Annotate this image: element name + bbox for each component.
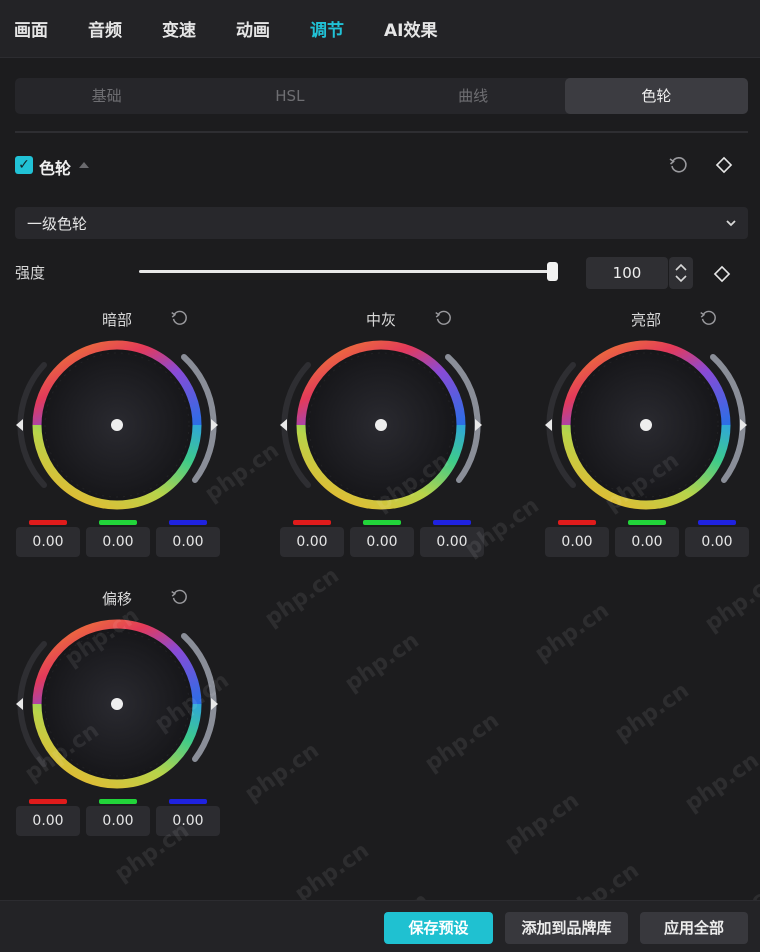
subtab-color-wheel[interactable]: 色轮 [564, 78, 748, 114]
channel-bar-g [99, 799, 137, 804]
color-wheel-highlights[interactable] [546, 325, 746, 529]
section-header: ✓ 色轮 [15, 153, 748, 179]
channel-bar-b [169, 520, 207, 525]
channel-bar-r [293, 520, 331, 525]
color-wheel-midtones[interactable] [281, 325, 481, 529]
channel-value-r[interactable]: 0.00 [545, 527, 609, 557]
wheel-left-arrow-icon[interactable] [16, 419, 23, 431]
channel-value-b[interactable]: 0.00 [685, 527, 749, 557]
watermark: php.cn [530, 598, 614, 667]
intensity-slider-thumb[interactable] [547, 262, 558, 281]
wheel-type-value: 一级色轮 [27, 215, 88, 233]
wheel-right-arrow-icon[interactable] [211, 419, 218, 431]
tab-speed[interactable]: 变速 [162, 16, 196, 41]
subtab-curves[interactable]: 曲线 [382, 78, 565, 114]
chevron-down-icon [724, 215, 738, 234]
watermark: php.cn [610, 678, 694, 747]
watermark: php.cn [340, 628, 424, 697]
subtab-basic[interactable]: 基础 [15, 78, 198, 114]
wheel-right-arrow-icon[interactable] [211, 698, 218, 710]
keyframe-diamond-icon[interactable] [713, 154, 735, 180]
save-preset-button[interactable]: 保存预设 [384, 912, 493, 944]
watermark: php.cn [420, 708, 504, 777]
channel-value-g[interactable]: 0.00 [86, 806, 150, 836]
channel-value-r[interactable]: 0.00 [16, 527, 80, 557]
watermark: php.cn [240, 738, 324, 807]
channel-bar-b [169, 799, 207, 804]
channel-value-b[interactable]: 0.00 [420, 527, 484, 557]
intensity-slider-track[interactable] [139, 270, 553, 273]
watermark: php.cn [290, 838, 374, 907]
tab-picture[interactable]: 画面 [14, 16, 48, 41]
intensity-label: 强度 [15, 264, 46, 282]
color-wheel-shadows[interactable] [17, 325, 217, 529]
wheel-left-arrow-icon[interactable] [545, 419, 552, 431]
tab-ai-effects[interactable]: AI效果 [384, 16, 437, 41]
channel-bar-g [99, 520, 137, 525]
divider [15, 131, 748, 133]
top-bar: 画面 音频 变速 动画 调节 AI效果 [0, 0, 760, 58]
wheel-left-arrow-icon[interactable] [16, 698, 23, 710]
collapse-caret-icon[interactable] [79, 162, 89, 168]
wheel-right-arrow-icon[interactable] [740, 419, 747, 431]
tab-audio[interactable]: 音频 [88, 16, 122, 41]
stepper-arrows-icon[interactable] [669, 257, 693, 289]
channel-value-b[interactable]: 0.00 [156, 527, 220, 557]
channel-value-g[interactable]: 0.00 [615, 527, 679, 557]
section-title: 色轮 [39, 159, 72, 178]
channel-bar-b [698, 520, 736, 525]
watermark: php.cn [260, 563, 344, 632]
channel-bar-g [628, 520, 666, 525]
sub-tabs: 基础 HSL 曲线 色轮 [15, 78, 748, 114]
section-checkbox[interactable]: ✓ [15, 156, 33, 174]
intensity-input[interactable]: 100 [586, 257, 668, 289]
channel-value-g[interactable]: 0.00 [86, 527, 150, 557]
intensity-keyframe-diamond-icon[interactable] [711, 263, 733, 289]
channel-bar-g [363, 520, 401, 525]
color-wheel-offset[interactable] [17, 604, 217, 808]
watermark: php.cn [500, 788, 584, 857]
channel-bar-r [29, 520, 67, 525]
apply-all-button[interactable]: 应用全部 [640, 912, 748, 944]
watermark: php.cn [680, 748, 760, 817]
channel-bar-b [433, 520, 471, 525]
watermark: php.cn [700, 568, 760, 637]
top-tabs: 画面 音频 变速 动画 调节 AI效果 [14, 16, 477, 41]
channel-bar-r [29, 799, 67, 804]
channel-value-g[interactable]: 0.00 [350, 527, 414, 557]
channel-value-r[interactable]: 0.00 [280, 527, 344, 557]
channel-value-r[interactable]: 0.00 [16, 806, 80, 836]
wheel-right-arrow-icon[interactable] [475, 419, 482, 431]
wheel-type-select[interactable]: 一级色轮 [15, 207, 748, 239]
tab-animation[interactable]: 动画 [236, 16, 270, 41]
add-to-brand-library-button[interactable]: 添加到品牌库 [505, 912, 628, 944]
subtab-hsl[interactable]: HSL [198, 78, 381, 114]
channel-bar-r [558, 520, 596, 525]
wheel-left-arrow-icon[interactable] [280, 419, 287, 431]
channel-value-b[interactable]: 0.00 [156, 806, 220, 836]
reset-icon[interactable] [667, 154, 689, 180]
tab-adjust[interactable]: 调节 [310, 16, 344, 41]
